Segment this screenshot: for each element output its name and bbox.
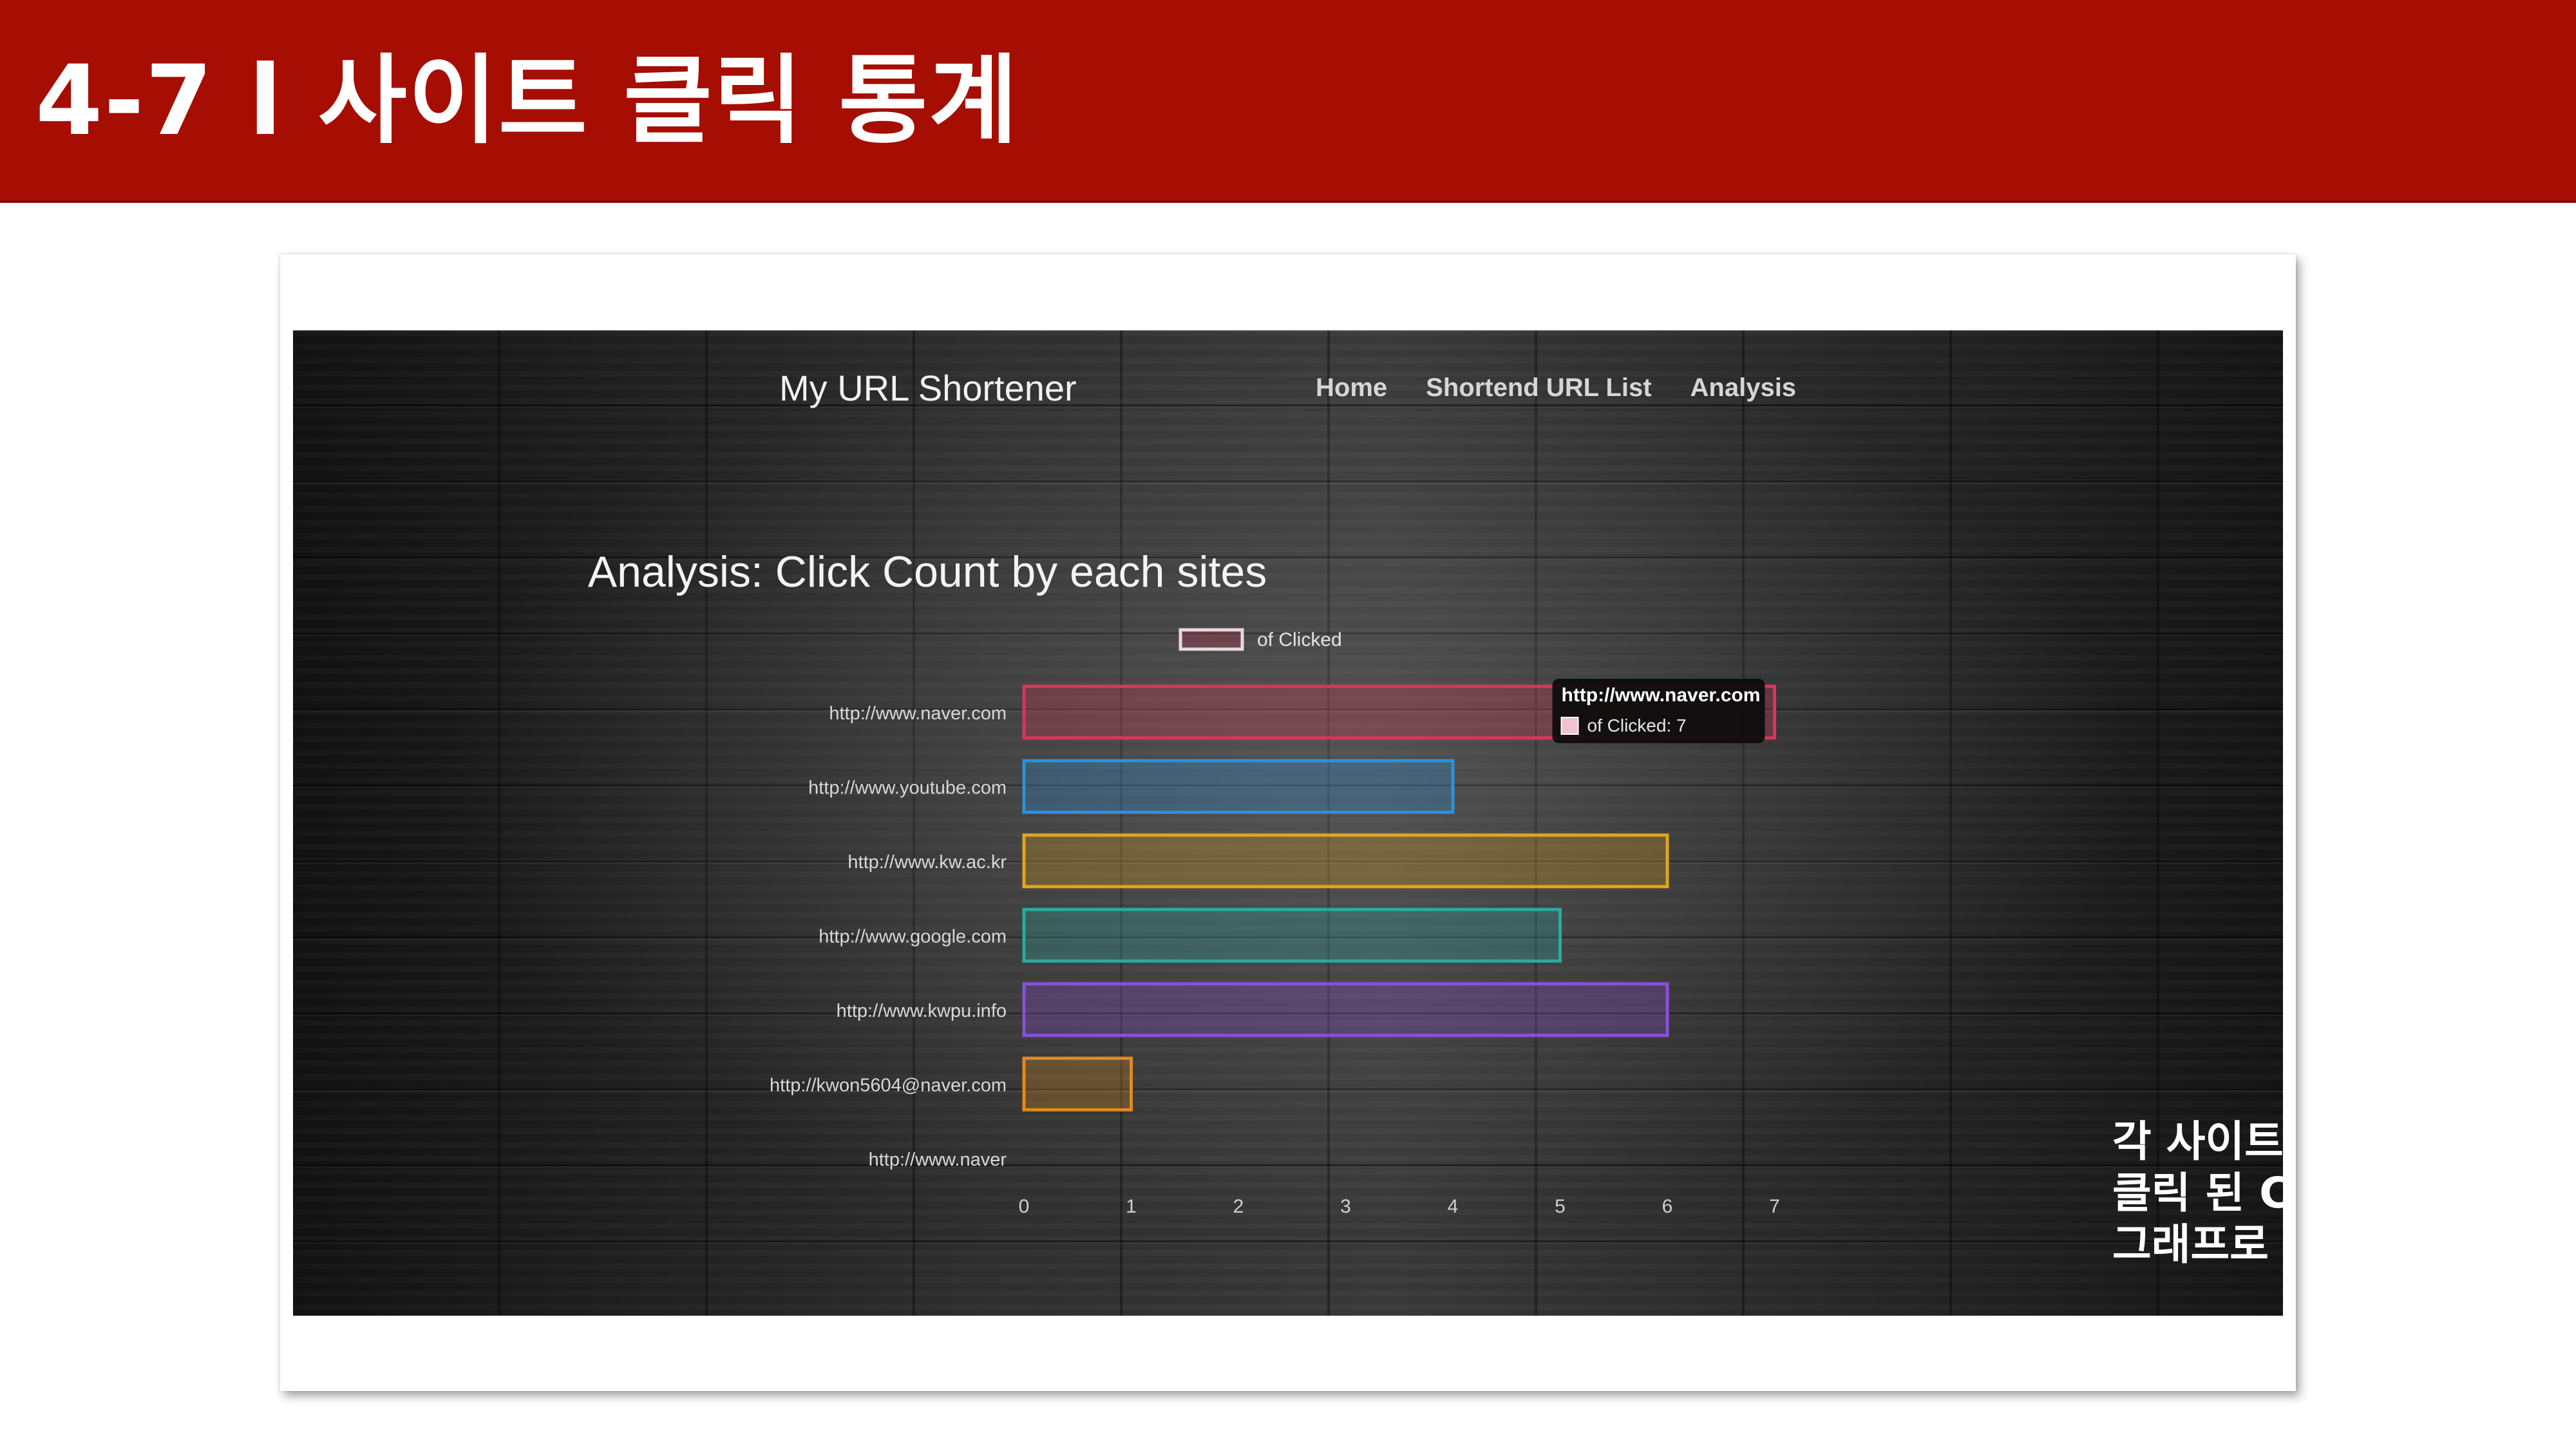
bar[interactable] [1022,759,1455,814]
click-count-chart: of Clicked http://www.naver.com http://www… [770,628,1780,1217]
x-tick-label: 0 [1019,1196,1030,1217]
legend-label: of Clicked [1257,629,1342,650]
bar[interactable] [1022,982,1669,1037]
bar[interactable] [1022,833,1669,889]
callout-line-1: 각 사이트 마다 [2112,1117,2283,1166]
x-tick-label: 1 [1126,1196,1137,1217]
bar[interactable] [1022,907,1562,963]
tooltip-swatch [1560,717,1579,735]
app-screenshot: My URL Shortener Home Shortend URL List … [293,330,2283,1316]
category-label: http://kwon5604@naver.com [770,1075,1007,1095]
x-tick-label: 2 [1233,1196,1244,1217]
category-label: http://www.youtube.com [808,777,1007,798]
category-label: http://www.google.com [819,926,1007,947]
x-tick-label: 5 [1555,1196,1566,1217]
callout-line-2: 클릭 된 Count를 [2112,1168,2283,1218]
tooltip-title: http://www.naver.com [1562,685,1761,706]
x-tick-label: 6 [1662,1196,1673,1217]
category-label: http://www.naver.com [829,703,1007,724]
tooltip-label: of Clicked: 7 [1587,715,1687,735]
callout-line-3: 그래프로 보여준다. [2112,1220,2283,1269]
legend-swatch [1179,628,1244,651]
callout-text: 각 사이트 마다 클릭 된 Count를 그래프로 보여준다. [2112,1116,2283,1271]
slide-title: 4-7 l 사이트 클릭 통계 [35,45,1019,157]
category-label: http://www.naver [869,1150,1007,1170]
slide-header: 4-7 l 사이트 클릭 통계 [0,0,2576,203]
category-label: http://www.kw.ac.kr [848,852,1007,873]
bar[interactable] [1022,1056,1133,1112]
category-label: http://www.kwpu.info [837,1001,1007,1021]
x-tick-label: 4 [1448,1196,1459,1217]
x-tick-label: 7 [1769,1196,1780,1217]
x-tick-label: 3 [1340,1196,1351,1217]
